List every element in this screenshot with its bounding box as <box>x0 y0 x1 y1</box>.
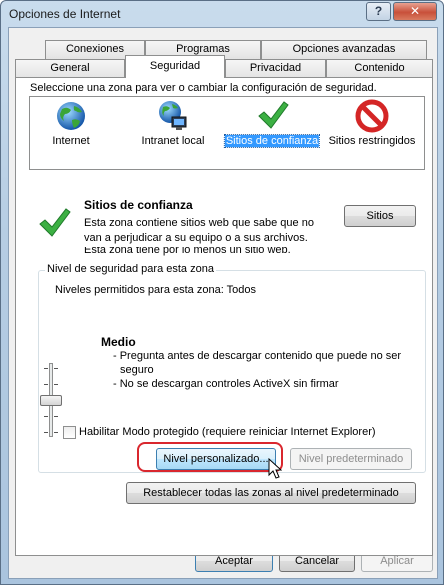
protected-mode-checkbox[interactable] <box>63 426 76 439</box>
security-level-group-label: Nivel de seguridad para esta zona <box>45 263 216 275</box>
highlight-ring <box>137 442 283 472</box>
allowed-levels-label: Niveles permitidos para esta zona: Todos <box>55 284 256 296</box>
security-tab-panel: Seleccione una zona para ver o cambiar l… <box>15 77 433 556</box>
slider-tick <box>54 416 58 417</box>
checkmark-icon <box>258 101 289 129</box>
title-bar[interactable]: Opciones de Internet ? ✕ <box>1 1 443 27</box>
zone-description-line: Esta zona contiene sitios web que sabe q… <box>84 217 314 229</box>
zone-label: Sitios restringidos <box>328 135 416 147</box>
select-zone-label: Seleccione una zona para ver o cambiar l… <box>30 82 377 94</box>
slider-tick <box>54 432 58 433</box>
zone-list: Internet Intranet local Sitios de confia… <box>29 96 425 170</box>
intranet-icon <box>159 101 187 130</box>
level-name: Medio <box>101 335 136 349</box>
trusted-zone-checkmark-icon <box>39 208 71 237</box>
restricted-icon <box>355 99 389 133</box>
zone-description-line: van a perjudicar a su equipo o a sus arc… <box>84 232 308 244</box>
zone-label: Internet <box>52 135 90 147</box>
close-button[interactable]: ✕ <box>393 2 437 21</box>
level-bullet: - Pregunta antes de descargar contenido … <box>113 350 402 362</box>
level-bullet: - No se descargan controles ActiveX sin … <box>113 378 339 390</box>
globe-icon <box>57 102 85 130</box>
zone-label: Sitios de confianza <box>223 134 321 148</box>
close-icon: ✕ <box>409 4 421 18</box>
level-bullet: seguro <box>120 364 154 376</box>
tab-opciones-avanzadas[interactable]: Opciones avanzadas <box>261 40 427 59</box>
help-icon: ? <box>374 4 383 18</box>
tab-general[interactable]: General <box>15 59 125 78</box>
slider-tick <box>44 432 48 433</box>
zone-description-line: Esta zona tiene por lo menos un sitio we… <box>84 247 291 256</box>
default-level-button[interactable]: Nivel predeterminado <box>290 448 412 470</box>
slider-tick <box>54 368 58 369</box>
internet-options-window: Opciones de Internet ? ✕ Conexiones Prog… <box>0 0 444 585</box>
reset-all-zones-button[interactable]: Restablecer todas las zonas al nivel pre… <box>126 482 416 504</box>
slider-tick <box>44 416 48 417</box>
sites-button[interactable]: Sitios <box>344 205 416 227</box>
tab-contenido[interactable]: Contenido <box>326 59 433 78</box>
tab-seguridad[interactable]: Seguridad <box>125 55 225 78</box>
dialog-client: Conexiones Programas Opciones avanzadas … <box>8 27 438 579</box>
slider-tick <box>44 368 48 369</box>
zone-label: Intranet local <box>141 135 205 147</box>
zone-description-clip: Esta zona tiene por lo menos un sitio we… <box>84 247 324 257</box>
zone-title: Sitios de confianza <box>84 198 193 212</box>
slider-tick <box>54 384 58 385</box>
help-button[interactable]: ? <box>366 2 391 21</box>
mouse-pointer-icon <box>268 458 282 479</box>
security-level-slider-thumb[interactable] <box>40 395 62 406</box>
protected-mode-label[interactable]: Habilitar Modo protegido (requiere reini… <box>79 426 376 438</box>
tab-privacidad[interactable]: Privacidad <box>225 59 326 78</box>
window-title: Opciones de Internet <box>9 7 121 21</box>
slider-tick <box>44 384 48 385</box>
